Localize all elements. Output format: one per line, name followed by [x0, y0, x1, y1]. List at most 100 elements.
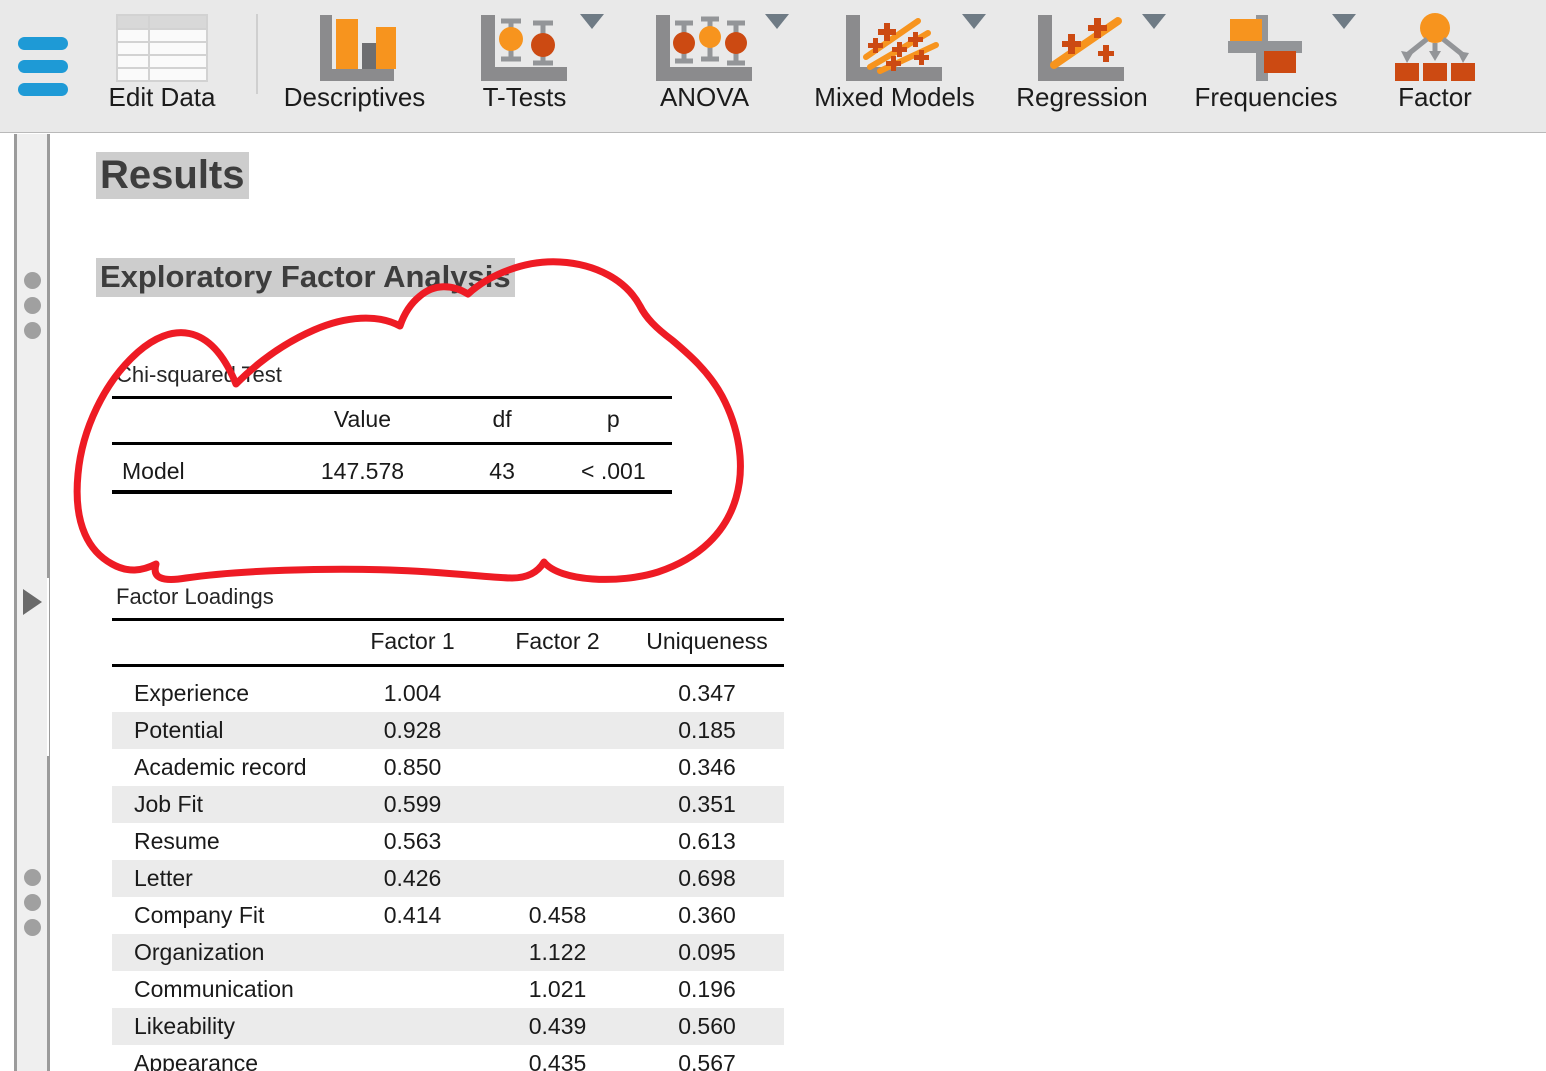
toolbar-button-edit-data[interactable]: Edit Data — [82, 0, 242, 132]
cell-factor-1: 0.850 — [383, 754, 442, 780]
cell-uniqueness: 0.196 — [678, 976, 736, 1002]
results-panel: Results Exploratory Factor Analysis Chi-… — [60, 134, 1546, 1071]
handle-dot — [23, 894, 41, 911]
cell-factor-2: 0.458 — [528, 902, 587, 928]
page-title[interactable]: Results — [96, 152, 249, 200]
expand-panel-arrow-icon[interactable] — [23, 589, 42, 615]
cell-uniqueness: 0.346 — [678, 754, 736, 780]
column-header-name — [112, 396, 276, 445]
table-row: Academic record 0.850 0.346 — [112, 749, 784, 786]
cell-uniqueness: 0.560 — [630, 1008, 784, 1045]
toolbar-label: Regression — [1016, 82, 1148, 112]
cell-variable-name: Academic record — [134, 754, 307, 780]
cell-factor-1 — [340, 934, 485, 971]
table-header: Value df p — [112, 396, 672, 445]
handle-dot — [23, 919, 41, 936]
chevron-down-icon[interactable] — [1332, 14, 1356, 29]
toolbar-button-t-tests[interactable]: T-Tests — [437, 0, 612, 132]
cell-variable-name: Resume — [134, 828, 220, 854]
splitter-divider — [47, 578, 49, 756]
toolbar-button-descriptives[interactable]: Descriptives — [272, 0, 437, 132]
cell-factor-1: 0.563 — [383, 828, 442, 854]
column-header-value: Value — [275, 396, 450, 445]
cell-uniqueness: 0.613 — [678, 828, 736, 854]
cell-factor-1: 0.426 — [340, 860, 485, 897]
cell-factor-2: 0.439 — [485, 1008, 630, 1045]
table-header-row: Factor 1 Factor 2 Uniqueness — [112, 618, 784, 667]
cell-variable-name: Likeability — [112, 1008, 340, 1045]
cell-factor-2: 0.435 — [528, 1050, 587, 1071]
cell-model-df: 43 — [449, 443, 555, 494]
hamburger-bar — [18, 37, 68, 50]
handle-dot — [23, 869, 41, 886]
table-caption: Factor Loadings — [116, 584, 274, 609]
table-row: Potential 0.928 0.185 — [112, 712, 784, 749]
bar-chart-icon — [312, 12, 398, 84]
table-body: Model 147.578 43 < .001 — [112, 443, 672, 494]
cell-model-value: 147.578 — [275, 443, 450, 494]
toolbar-label: Descriptives — [283, 82, 426, 112]
toolbar-button-regression[interactable]: Regression — [992, 0, 1172, 132]
table-row: Job Fit 0.599 0.351 — [112, 786, 784, 823]
column-header-variable — [112, 618, 340, 667]
table-row: Experience 1.004 0.347 — [112, 666, 784, 713]
table-header-row: Value df p — [112, 396, 672, 445]
spreadsheet-grid-icon — [116, 12, 208, 84]
cell-factor-2: 1.122 — [485, 934, 630, 971]
table-header: Factor 1 Factor 2 Uniqueness — [112, 618, 784, 667]
toolbar-label: Mixed Models — [814, 82, 975, 112]
toolbar-label: Frequencies — [1194, 82, 1338, 112]
cell-factor-1 — [340, 1008, 485, 1045]
cell-variable-name: Job Fit — [112, 786, 340, 823]
drag-handle-dots-top[interactable] — [21, 272, 43, 339]
table-row: Letter 0.426 0.698 — [112, 860, 784, 897]
handle-dot — [23, 297, 41, 314]
cell-uniqueness: 0.347 — [678, 680, 736, 706]
cell-variable-name: Experience — [134, 680, 250, 706]
chi-squared-test-table: Value df p Model 147.578 43 < .001 — [112, 396, 672, 494]
chevron-down-icon[interactable] — [765, 14, 789, 29]
toolbar-label: Edit Data — [108, 82, 216, 112]
table-row: Communication 1.021 0.196 — [112, 971, 784, 1008]
factor-loadings-table: Factor 1 Factor 2 Uniqueness Experience 1… — [112, 618, 784, 1071]
cell-factor-2 — [485, 712, 630, 749]
chevron-down-icon[interactable] — [1142, 14, 1166, 29]
toolbar-label: ANOVA — [659, 82, 750, 112]
factor-loadings-table-block[interactable]: Factor Loadings Factor 1 Factor 2 Unique… — [112, 584, 784, 1071]
toolbar-label: Factor — [1398, 82, 1472, 112]
cell-factor-1: 0.414 — [383, 902, 442, 928]
error-bars-three-icon — [650, 12, 760, 84]
column-header-factor-1: Factor 1 — [340, 618, 485, 667]
column-header-uniqueness: Uniqueness — [630, 618, 784, 667]
toolbar-button-factor[interactable]: Factor — [1360, 0, 1510, 132]
toolbar-label: T-Tests — [482, 82, 567, 112]
cell-factor-2 — [485, 666, 630, 713]
cell-model-p: < .001 — [554, 443, 672, 494]
main-toolbar: Edit Data Descriptives T-Tests ANOVA Mix… — [0, 0, 1546, 133]
cell-uniqueness: 0.351 — [630, 786, 784, 823]
cell-uniqueness: 0.567 — [678, 1050, 736, 1071]
column-header-factor-2: Factor 2 — [485, 618, 630, 667]
cell-variable-name: Organization — [112, 934, 340, 971]
chi-squared-test-table-block[interactable]: Chi-squared Test Value df p Model 147.57… — [112, 362, 672, 494]
toolbar-button-frequencies[interactable]: Frequencies — [1172, 0, 1360, 132]
toolbar-button-anova[interactable]: ANOVA — [612, 0, 797, 132]
cell-factor-2 — [485, 749, 630, 786]
drag-handle-dots-bottom[interactable] — [21, 869, 43, 936]
toolbar-separator — [256, 14, 258, 94]
chevron-down-icon[interactable] — [962, 14, 986, 29]
column-header-p: p — [554, 396, 672, 445]
cell-factor-2 — [485, 786, 630, 823]
table-row: Model 147.578 43 < .001 — [112, 443, 672, 494]
section-title-exploratory-factor-analysis[interactable]: Exploratory Factor Analysis — [96, 258, 515, 297]
hamburger-menu-icon[interactable] — [0, 0, 82, 132]
cell-factor-1 — [340, 1045, 485, 1071]
error-bars-icon — [475, 12, 575, 84]
table-row: Likeability 0.439 0.560 — [112, 1008, 784, 1045]
cell-factor-1: 0.928 — [340, 712, 485, 749]
results-splitter-gutter — [0, 134, 60, 1071]
contingency-cross-icon — [1216, 12, 1316, 84]
toolbar-button-mixed-models[interactable]: Mixed Models — [797, 0, 992, 132]
chevron-down-icon[interactable] — [580, 14, 604, 29]
cell-uniqueness: 0.185 — [630, 712, 784, 749]
